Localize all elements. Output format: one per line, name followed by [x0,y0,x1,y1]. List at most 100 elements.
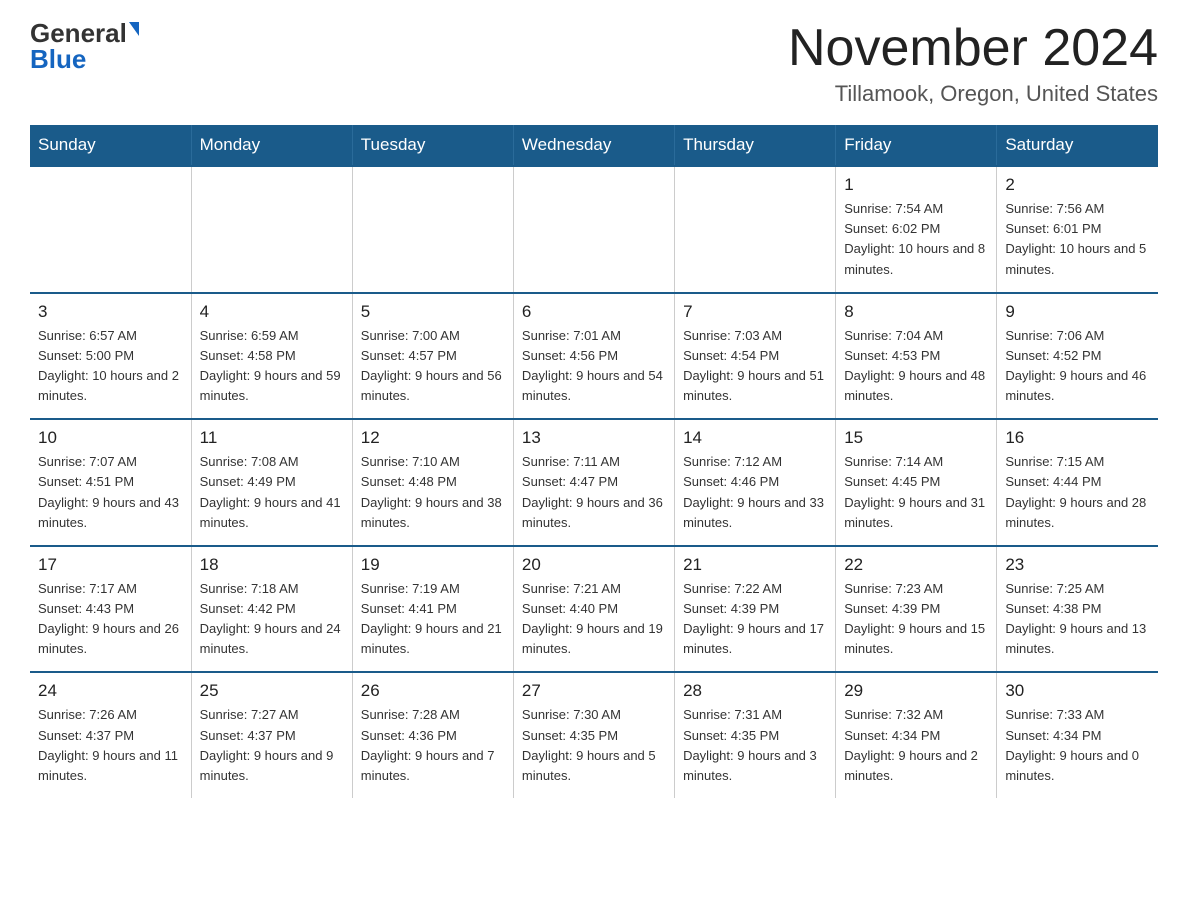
page-header: General Blue November 2024 Tillamook, Or… [30,20,1158,107]
day-info: Sunrise: 7:22 AMSunset: 4:39 PMDaylight:… [683,579,827,660]
calendar-cell: 13 Sunrise: 7:11 AMSunset: 4:47 PMDayligh… [513,419,674,546]
day-info: Sunrise: 7:28 AMSunset: 4:36 PMDaylight:… [361,705,505,786]
calendar-cell: 5 Sunrise: 7:00 AMSunset: 4:57 PMDaylight… [352,293,513,420]
header-tuesday: Tuesday [352,125,513,166]
day-number: 23 [1005,555,1150,575]
day-number: 2 [1005,175,1150,195]
day-number: 27 [522,681,666,701]
day-info: Sunrise: 7:56 AMSunset: 6:01 PMDaylight:… [1005,199,1150,280]
calendar-cell: 11 Sunrise: 7:08 AMSunset: 4:49 PMDayligh… [191,419,352,546]
day-info: Sunrise: 7:04 AMSunset: 4:53 PMDaylight:… [844,326,988,407]
calendar-week-row: 1 Sunrise: 7:54 AMSunset: 6:02 PMDaylight… [30,166,1158,293]
day-number: 30 [1005,681,1150,701]
header-thursday: Thursday [675,125,836,166]
day-info: Sunrise: 7:03 AMSunset: 4:54 PMDaylight:… [683,326,827,407]
calendar-cell [30,166,191,293]
calendar-cell [352,166,513,293]
calendar-subtitle: Tillamook, Oregon, United States [788,81,1158,107]
logo-triangle-icon [129,22,139,36]
calendar-week-row: 10Sunrise: 7:07 AMSunset: 4:51 PMDayligh… [30,419,1158,546]
day-info: Sunrise: 6:57 AMSunset: 5:00 PMDaylight:… [38,326,183,407]
day-info: Sunrise: 7:23 AMSunset: 4:39 PMDaylight:… [844,579,988,660]
day-info: Sunrise: 7:10 AMSunset: 4:48 PMDaylight:… [361,452,505,533]
calendar-cell: 22 Sunrise: 7:23 AMSunset: 4:39 PMDayligh… [836,546,997,673]
day-info: Sunrise: 7:08 AMSunset: 4:49 PMDaylight:… [200,452,344,533]
calendar-cell [191,166,352,293]
header-monday: Monday [191,125,352,166]
day-number: 16 [1005,428,1150,448]
day-number: 1 [844,175,988,195]
logo: General Blue [30,20,139,72]
day-number: 15 [844,428,988,448]
calendar-cell: 15 Sunrise: 7:14 AMSunset: 4:45 PMDayligh… [836,419,997,546]
calendar-cell: 28 Sunrise: 7:31 AMSunset: 4:35 PMDayligh… [675,672,836,798]
logo-general: General [30,20,127,46]
day-info: Sunrise: 7:06 AMSunset: 4:52 PMDaylight:… [1005,326,1150,407]
day-number: 21 [683,555,827,575]
calendar-cell: 18Sunrise: 7:18 AMSunset: 4:42 PMDayligh… [191,546,352,673]
calendar-cell: 6 Sunrise: 7:01 AMSunset: 4:56 PMDaylight… [513,293,674,420]
day-info: Sunrise: 7:15 AMSunset: 4:44 PMDaylight:… [1005,452,1150,533]
calendar-week-row: 17Sunrise: 7:17 AMSunset: 4:43 PMDayligh… [30,546,1158,673]
calendar-cell: 24 Sunrise: 7:26 AMSunset: 4:37 PMDayligh… [30,672,191,798]
title-block: November 2024 Tillamook, Oregon, United … [788,20,1158,107]
calendar-cell: 2 Sunrise: 7:56 AMSunset: 6:01 PMDaylight… [997,166,1158,293]
calendar-cell: 27 Sunrise: 7:30 AMSunset: 4:35 PMDayligh… [513,672,674,798]
day-number: 12 [361,428,505,448]
day-info: Sunrise: 7:07 AMSunset: 4:51 PMDaylight:… [38,452,183,533]
calendar-cell: 10Sunrise: 7:07 AMSunset: 4:51 PMDayligh… [30,419,191,546]
calendar-cell: 14Sunrise: 7:12 AMSunset: 4:46 PMDayligh… [675,419,836,546]
day-info: Sunrise: 7:00 AMSunset: 4:57 PMDaylight:… [361,326,505,407]
day-info: Sunrise: 7:26 AMSunset: 4:37 PMDaylight:… [38,705,183,786]
calendar-cell: 29 Sunrise: 7:32 AMSunset: 4:34 PMDayligh… [836,672,997,798]
day-info: Sunrise: 7:32 AMSunset: 4:34 PMDaylight:… [844,705,988,786]
day-number: 9 [1005,302,1150,322]
day-number: 20 [522,555,666,575]
day-number: 18 [200,555,344,575]
header-saturday: Saturday [997,125,1158,166]
calendar-cell: 12 Sunrise: 7:10 AMSunset: 4:48 PMDayligh… [352,419,513,546]
calendar-cell: 9 Sunrise: 7:06 AMSunset: 4:52 PMDaylight… [997,293,1158,420]
calendar-cell: 20 Sunrise: 7:21 AMSunset: 4:40 PMDayligh… [513,546,674,673]
day-number: 25 [200,681,344,701]
calendar-week-row: 24 Sunrise: 7:26 AMSunset: 4:37 PMDayligh… [30,672,1158,798]
day-info: Sunrise: 7:11 AMSunset: 4:47 PMDaylight:… [522,452,666,533]
calendar-week-row: 3 Sunrise: 6:57 AMSunset: 5:00 PMDaylight… [30,293,1158,420]
day-info: Sunrise: 7:01 AMSunset: 4:56 PMDaylight:… [522,326,666,407]
day-info: Sunrise: 7:17 AMSunset: 4:43 PMDaylight:… [38,579,183,660]
day-number: 7 [683,302,827,322]
header-sunday: Sunday [30,125,191,166]
day-info: Sunrise: 7:14 AMSunset: 4:45 PMDaylight:… [844,452,988,533]
calendar-cell: 7 Sunrise: 7:03 AMSunset: 4:54 PMDaylight… [675,293,836,420]
day-number: 5 [361,302,505,322]
calendar-table: Sunday Monday Tuesday Wednesday Thursday… [30,125,1158,798]
day-info: Sunrise: 7:31 AMSunset: 4:35 PMDaylight:… [683,705,827,786]
header-friday: Friday [836,125,997,166]
logo-blue: Blue [30,46,86,72]
day-number: 29 [844,681,988,701]
day-number: 24 [38,681,183,701]
day-info: Sunrise: 7:54 AMSunset: 6:02 PMDaylight:… [844,199,988,280]
day-number: 3 [38,302,183,322]
day-number: 13 [522,428,666,448]
day-number: 6 [522,302,666,322]
day-number: 4 [200,302,344,322]
calendar-cell: 8Sunrise: 7:04 AMSunset: 4:53 PMDaylight… [836,293,997,420]
day-info: Sunrise: 7:12 AMSunset: 4:46 PMDaylight:… [683,452,827,533]
day-number: 22 [844,555,988,575]
calendar-cell: 21 Sunrise: 7:22 AMSunset: 4:39 PMDayligh… [675,546,836,673]
day-number: 28 [683,681,827,701]
calendar-cell: 17Sunrise: 7:17 AMSunset: 4:43 PMDayligh… [30,546,191,673]
calendar-cell [513,166,674,293]
day-number: 11 [200,428,344,448]
calendar-cell [675,166,836,293]
day-info: Sunrise: 7:27 AMSunset: 4:37 PMDaylight:… [200,705,344,786]
day-info: Sunrise: 7:21 AMSunset: 4:40 PMDaylight:… [522,579,666,660]
day-info: Sunrise: 6:59 AMSunset: 4:58 PMDaylight:… [200,326,344,407]
calendar-cell: 3 Sunrise: 6:57 AMSunset: 5:00 PMDaylight… [30,293,191,420]
calendar-cell: 23Sunrise: 7:25 AMSunset: 4:38 PMDayligh… [997,546,1158,673]
day-info: Sunrise: 7:30 AMSunset: 4:35 PMDaylight:… [522,705,666,786]
calendar-cell: 25 Sunrise: 7:27 AMSunset: 4:37 PMDayligh… [191,672,352,798]
header-wednesday: Wednesday [513,125,674,166]
day-number: 26 [361,681,505,701]
